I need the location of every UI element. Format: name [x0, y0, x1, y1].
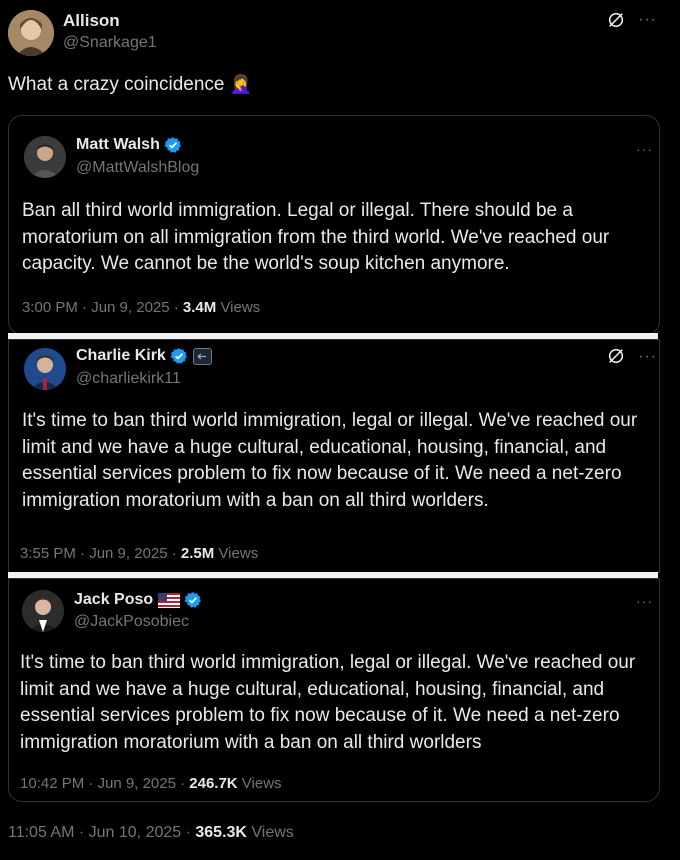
views-count: 246.7K [189, 775, 238, 792]
tweet-text: It's time to ban third world immigration… [22, 410, 638, 511]
views-count: 2.5M [180, 545, 215, 562]
tweet-text: Ban all third world immigration. Legal o… [22, 200, 610, 274]
avatar[interactable] [24, 136, 66, 178]
tweet-meta: 11:05 AM · Jun 10, 2025 · 365.3K Views [8, 824, 294, 842]
views-label: Views [237, 775, 282, 792]
avatar-image [24, 348, 66, 390]
timestamp[interactable]: 11:05 AM · Jun 10, 2025 · [8, 824, 195, 841]
author-handle[interactable]: @charliekirk11 [76, 370, 181, 388]
verified-badge-icon [184, 592, 201, 608]
tweet-text: It's time to ban third world immigration… [20, 652, 636, 753]
quote-author-row: Jack Poso [74, 591, 202, 609]
timestamp[interactable]: 3:00 PM · Jun 9, 2025 · [22, 299, 183, 316]
author-name[interactable]: Jack Poso [74, 591, 153, 608]
views-label: Views [216, 299, 261, 316]
author-name[interactable]: Matt Walsh [76, 136, 160, 153]
timestamp[interactable]: 3:55 PM · Jun 9, 2025 · [20, 545, 181, 562]
author-name[interactable]: Allison [63, 11, 120, 31]
avatar-image [8, 10, 54, 56]
more-options-icon[interactable]: ··· [636, 142, 653, 156]
tweet-text: What a crazy coincidence 🤦‍♀️ [8, 74, 252, 96]
author-handle[interactable]: @MattWalshBlog [76, 159, 199, 177]
avatar-image [24, 136, 66, 178]
tweet-meta: 3:00 PM · Jun 9, 2025 · 3.4M Views [22, 299, 260, 316]
facepalm-emoji-icon: 🤦‍♀️ [229, 74, 253, 94]
views-count: 3.4M [182, 299, 217, 316]
more-options-icon[interactable]: ··· [636, 594, 653, 608]
views-count: 365.3K [195, 824, 247, 841]
grok-icon[interactable] [607, 347, 625, 370]
affiliate-badge-icon [192, 347, 212, 365]
tweet-text-content: What a crazy coincidence [8, 74, 225, 95]
quote-author-row: Matt Walsh [76, 136, 182, 154]
views-label: Views [246, 824, 294, 841]
author-name[interactable]: Charlie Kirk [76, 347, 166, 364]
avatar[interactable] [22, 590, 64, 632]
views-label: Views [214, 545, 259, 562]
avatar[interactable] [8, 10, 54, 56]
tweet-meta: 3:55 PM · Jun 9, 2025 · 2.5M Views [20, 545, 258, 562]
timestamp[interactable]: 10:42 PM · Jun 9, 2025 · [20, 775, 189, 792]
verified-badge-icon [164, 137, 182, 153]
author-handle[interactable]: @Snarkage1 [63, 34, 157, 52]
avatar-image [22, 590, 64, 632]
grok-icon[interactable] [607, 11, 625, 34]
avatar[interactable] [24, 348, 66, 390]
quote-author-row: Charlie Kirk [76, 347, 212, 365]
us-flag-icon [157, 592, 180, 608]
more-options-icon[interactable]: ··· [638, 12, 657, 28]
author-handle[interactable]: @JackPosobiec [74, 613, 189, 631]
verified-badge-icon [170, 348, 188, 364]
tweet-meta: 10:42 PM · Jun 9, 2025 · 246.7K Views [20, 775, 282, 792]
more-options-icon[interactable]: ··· [638, 349, 657, 365]
